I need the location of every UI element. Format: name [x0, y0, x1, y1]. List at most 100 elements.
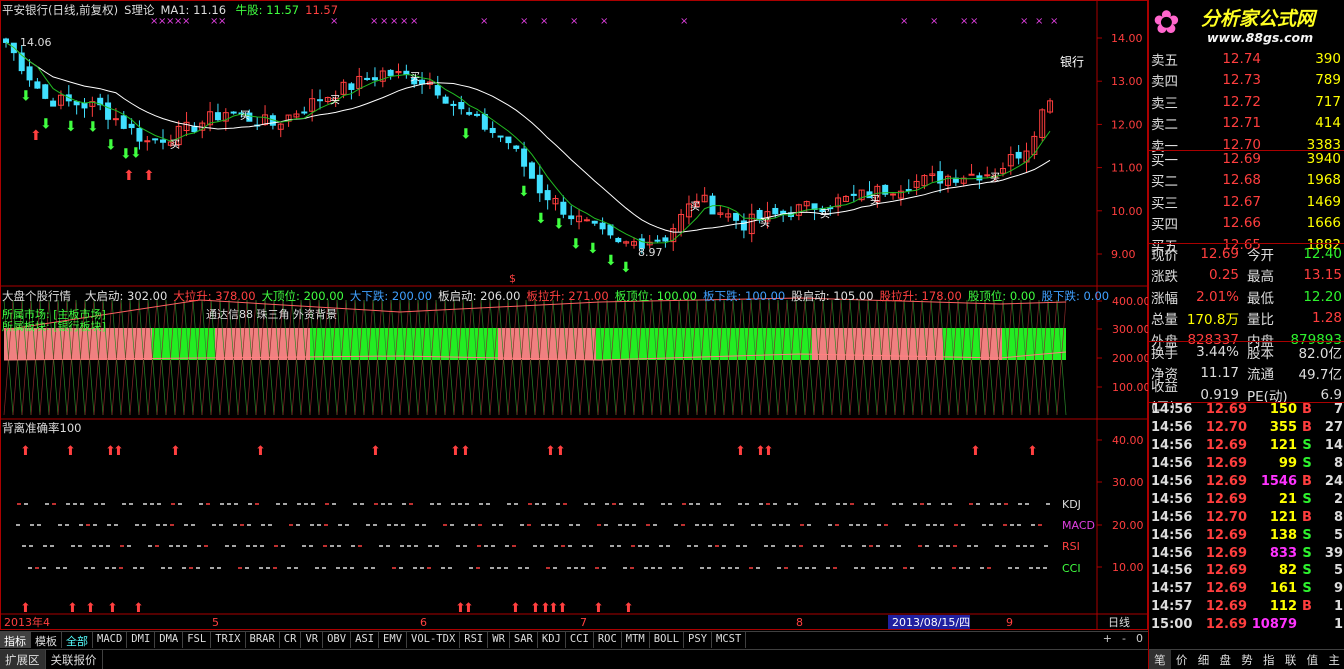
tick-time: 14:56 [1151, 527, 1193, 543]
tab-kdj[interactable]: KDJ [538, 632, 566, 648]
price-tick-label: 12.00 [1111, 118, 1143, 131]
right-tab[interactable]: 指 [1258, 650, 1280, 669]
tab-brar[interactable]: BRAR [246, 632, 280, 648]
candle [591, 220, 598, 224]
tab-sar[interactable]: SAR [510, 632, 538, 648]
tab-vr[interactable]: VR [301, 632, 324, 648]
tab-dma[interactable]: DMA [155, 632, 184, 648]
tick-list[interactable]: 14:56 12.69 150 B 7 14:56 12.70 355 B 27 14:56 12.6… [1149, 401, 1344, 634]
indicator1-value: 股启动: 105.00 [791, 289, 874, 303]
tab-boll[interactable]: BOLL [650, 632, 685, 648]
order-volume: 1666 [1306, 215, 1341, 232]
tab-全部[interactable]: 全部 [62, 632, 93, 648]
tick-volume: 355 [1269, 420, 1297, 436]
tab-vol-tdx[interactable]: VOL-TDX [407, 632, 461, 648]
x-axis-label: 7 [580, 616, 587, 629]
chart-svg[interactable]: 14.0013.0012.0011.0010.009.00400.00300.0… [0, 0, 1148, 630]
order-row: 卖五 12.74 390 [1149, 48, 1344, 70]
tab-trix[interactable]: TRIX [211, 632, 246, 648]
candle [528, 162, 535, 179]
bottom-tab[interactable]: 扩展区 [0, 650, 46, 669]
up-arrow-icon: ⬆ [30, 128, 42, 144]
tab-dmi[interactable]: DMI [127, 632, 156, 648]
indicator1-value: 大顶位: 200.00 [261, 289, 344, 303]
tab-mtm[interactable]: MTM [622, 632, 650, 648]
quote-row: 总量 170.8万 量比 1.28 [1149, 308, 1344, 330]
tab-roc[interactable]: ROC [594, 632, 622, 648]
candle [772, 207, 779, 215]
quote-value: 82.0亿 [1298, 345, 1342, 362]
tab-asi[interactable]: ASI [351, 632, 380, 648]
quote-value: 12.69 [1200, 245, 1239, 262]
up-arrow-icon: ⬆ [113, 444, 124, 459]
right-tab[interactable]: 势 [1236, 650, 1258, 669]
tab-emv[interactable]: EMV [379, 632, 408, 648]
tab-macd[interactable]: MACD [93, 632, 128, 648]
right-tab[interactable]: 细 [1193, 650, 1215, 669]
indicator-tab-bar: 指标 模板 全部 MACD DMI DMA FSL TRIX BRAR CR VR OBV ASI EMV… [0, 631, 1148, 648]
tab-rsi[interactable]: RSI [460, 632, 489, 648]
order-volume: 3940 [1306, 150, 1341, 167]
right-tab[interactable]: 盘 [1214, 650, 1236, 669]
tab-cr[interactable]: CR [280, 632, 302, 648]
candle [442, 96, 449, 104]
quote-value: 13.15 [1303, 267, 1342, 284]
indicator1-value: 股顶位: 0.00 [967, 289, 1036, 303]
candle [230, 111, 237, 114]
order-row: 买三 12.67 1469 [1149, 191, 1344, 213]
buy-signal-label: 买 [330, 95, 340, 107]
tab-模板[interactable]: 模板 [31, 632, 62, 648]
candle [560, 201, 567, 215]
tab-control-button[interactable]: - [1117, 632, 1131, 645]
candle [364, 77, 371, 80]
order-label: 买一 [1151, 152, 1178, 169]
quote-row: 换手 3.44% 股本 82.0亿 [1149, 341, 1344, 363]
right-tab[interactable]: 主 [1323, 650, 1344, 669]
tick-time: 14:56 [1151, 438, 1193, 454]
tick-price: 12.69 [1205, 491, 1247, 507]
tab-指标[interactable]: 指标 [0, 632, 31, 648]
indicator1-header: 大盘个股行情 大启动: 302.00 大拉升: 378.00 大顶位: 200.00 大… [2, 288, 1121, 304]
indicator1-value: 大启动: 302.00 [85, 289, 168, 303]
price-tick-label: 9.00 [1111, 248, 1136, 261]
candle [654, 239, 661, 242]
right-tab[interactable]: 联 [1280, 650, 1302, 669]
tab-fsl[interactable]: FSL [183, 632, 212, 648]
quote-row: 涨跌 0.25 最高 13.15 [1149, 265, 1344, 287]
tick-volume: 82 [1278, 563, 1297, 579]
bottom-tab[interactable]: 关联报价 [46, 650, 103, 669]
quote-value: 11.17 [1200, 365, 1239, 382]
up-arrow-icon: ⬆ [735, 444, 746, 459]
chart-area[interactable]: 14.00 13.00 12.00 11.00 10.00 9.00 400.00 300.0… [0, 0, 1148, 630]
order-row: 买一 12.69 3940 [1149, 148, 1344, 170]
period-label: 日线 [1108, 615, 1130, 629]
candle [733, 212, 740, 221]
tick-time: 14:56 [1151, 474, 1193, 489]
order-row: 买二 12.68 1968 [1149, 170, 1344, 192]
tab-control-button[interactable]: + [1098, 632, 1117, 645]
right-tab[interactable]: 笔 [1149, 650, 1171, 669]
quote-summary: 现价 12.69 今开 12.40 涨跌 0.25 最高 13.15 涨幅 2.01% 最低 12.2… [1149, 243, 1344, 351]
right-tab[interactable]: 值 [1301, 650, 1323, 669]
tick-time: 14:56 [1151, 402, 1193, 418]
x-marker-icon: × [600, 16, 608, 27]
candle [144, 140, 151, 143]
tab-mcst[interactable]: MCST [712, 632, 747, 648]
indicator1-value: 板拉升: 271.00 [526, 289, 609, 303]
logo: ✿ 分析家公式网 www.88gs.com [1149, 0, 1344, 48]
line-label: CCI [1062, 562, 1081, 575]
candle [434, 85, 441, 96]
tick-row: 14:56 12.69 82 S 5 [1149, 562, 1344, 580]
order-price: 12.68 [1222, 172, 1261, 189]
note-label: 通达信88 珠三角 外资背景 [206, 308, 337, 321]
tab-obv[interactable]: OBV [323, 632, 352, 648]
indicator1-value: 板顶位: 100.00 [614, 289, 697, 303]
tab-wr[interactable]: WR [488, 632, 510, 648]
tab-cci[interactable]: CCI [566, 632, 594, 648]
tab-psy[interactable]: PSY [684, 632, 713, 648]
tab-control-button[interactable]: 0 [1131, 632, 1148, 645]
order-volume: 414 [1315, 115, 1341, 132]
right-tab[interactable]: 价 [1171, 650, 1193, 669]
quote-value: 12.40 [1303, 245, 1342, 262]
down-arrow-icon: ⬇ [130, 146, 142, 162]
